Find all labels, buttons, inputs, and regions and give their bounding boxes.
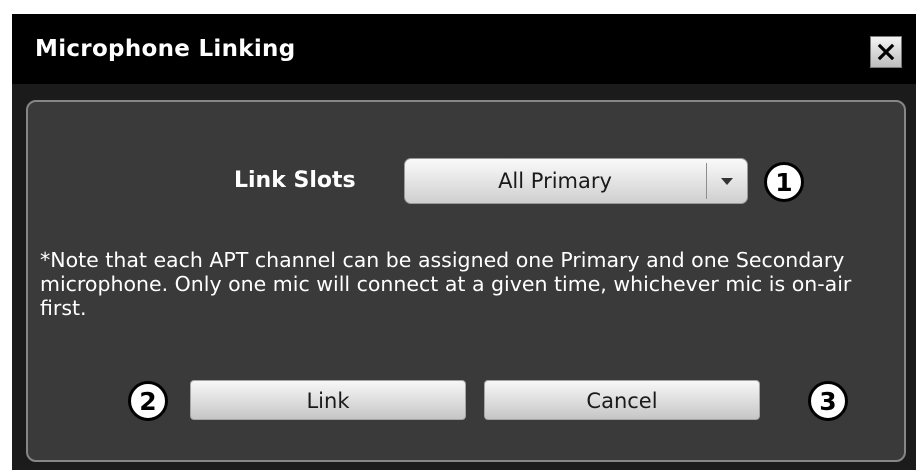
callout-badge-1: 1 (764, 162, 804, 202)
chevron-down-icon (721, 177, 733, 185)
callout-badge-3: 3 (808, 381, 848, 421)
dropdown-arrow-button[interactable] (707, 159, 747, 203)
close-x-icon (877, 43, 895, 61)
link-slots-label: Link Slots (234, 168, 356, 193)
dialog-body-panel: Link Slots All Primary 1 *Note that each… (26, 100, 906, 462)
link-button[interactable]: Link (190, 380, 466, 420)
link-slots-selected-value: All Primary (498, 169, 612, 193)
callout-badge-2: 2 (128, 381, 168, 421)
link-slots-dropdown[interactable]: All Primary (404, 158, 748, 204)
microphone-linking-dialog: Microphone Linking Link Slots All Primar… (12, 14, 916, 470)
dialog-title: Microphone Linking (35, 36, 296, 62)
close-button[interactable] (870, 36, 902, 68)
cancel-button[interactable]: Cancel (484, 380, 760, 420)
dialog-titlebar: Microphone Linking (12, 14, 916, 84)
note-text: *Note that each APT channel can be assig… (40, 248, 852, 320)
